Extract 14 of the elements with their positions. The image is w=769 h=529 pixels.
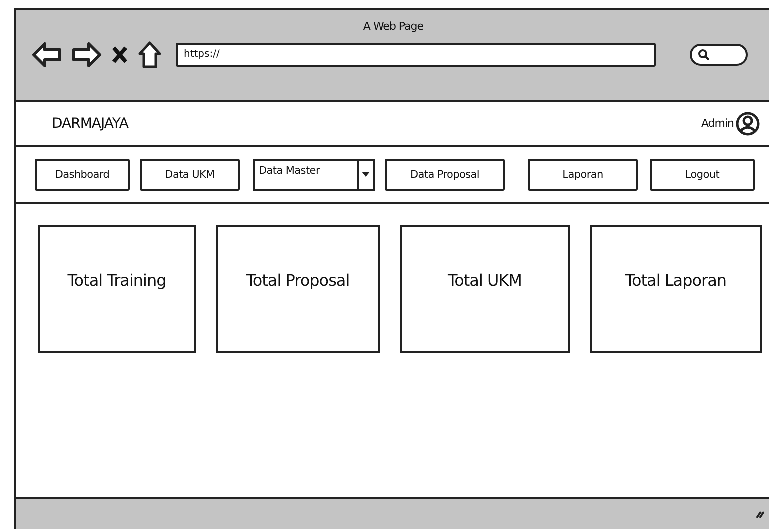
nav-button[interactable]: Laporan xyxy=(528,158,638,190)
card-title: Total Training xyxy=(68,271,166,291)
user-name: Admin xyxy=(701,117,734,130)
window-title: A Web Page xyxy=(362,20,425,33)
nav-button[interactable]: Data Proposal xyxy=(385,158,505,190)
card-title: Total Laporan xyxy=(625,271,727,291)
nav-button[interactable]: Logout xyxy=(650,158,755,190)
url-field[interactable]: https:// xyxy=(176,43,656,67)
card-title: Total UKM xyxy=(448,271,522,291)
nav-button[interactable]: Dashboard xyxy=(35,158,130,190)
card-title: Total Proposal xyxy=(246,271,350,291)
nav-button[interactable]: Data UKM xyxy=(140,158,240,190)
brand-name: DARMAJAYA xyxy=(52,116,130,132)
nav-dropdown[interactable]: Data Master xyxy=(253,158,375,190)
